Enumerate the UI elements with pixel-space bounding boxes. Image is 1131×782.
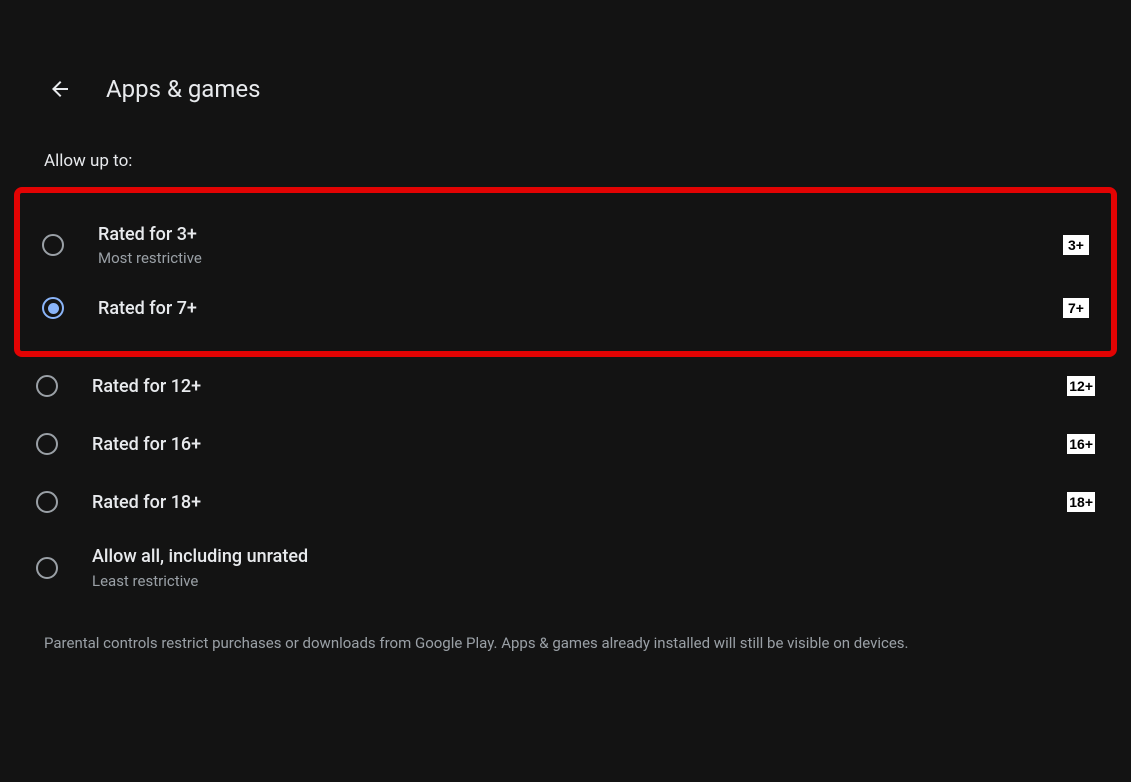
rating-badge: 18+ — [1067, 492, 1095, 512]
rating-option-row[interactable]: Rated for 16+16+ — [0, 415, 1131, 473]
section-subtitle: Allow up to: — [0, 103, 1131, 171]
rating-options-list: Rated for 3+Most restrictive3+Rated for … — [0, 187, 1131, 604]
option-text: Rated for 18+ — [92, 491, 1067, 514]
page-title: Apps & games — [106, 75, 261, 103]
rating-badge: 3+ — [1063, 235, 1089, 255]
radio-button[interactable] — [42, 234, 64, 256]
option-text: Rated for 16+ — [92, 433, 1067, 456]
radio-button[interactable] — [36, 433, 58, 455]
radio-button[interactable] — [36, 375, 58, 397]
rating-option-row[interactable]: Rated for 12+12+ — [0, 357, 1131, 415]
back-arrow-icon[interactable] — [48, 77, 72, 101]
option-label: Rated for 3+ — [98, 223, 1063, 246]
rating-badge: 12+ — [1067, 376, 1095, 396]
radio-button[interactable] — [36, 491, 58, 513]
rating-badge: 16+ — [1067, 434, 1095, 454]
highlight-annotation: Rated for 3+Most restrictive3+Rated for … — [14, 187, 1117, 357]
radio-button[interactable] — [36, 557, 58, 579]
rating-option-row[interactable]: Rated for 7+7+ — [20, 279, 1111, 337]
option-label: Rated for 16+ — [92, 433, 1067, 456]
rating-option-row[interactable]: Allow all, including unrated Least restri… — [0, 531, 1131, 603]
rating-badge: 7+ — [1063, 298, 1089, 318]
option-subtext: Least restrictive — [92, 572, 1095, 590]
rating-option-row[interactable]: Rated for 18+18+ — [0, 473, 1131, 531]
option-label: Rated for 7+ — [98, 297, 1063, 320]
option-text: Rated for 12+ — [92, 375, 1067, 398]
option-label: Rated for 18+ — [92, 491, 1067, 514]
option-text: Rated for 7+ — [98, 297, 1063, 320]
option-label: Rated for 12+ — [92, 375, 1067, 398]
option-label: Allow all, including unrated — [92, 545, 1095, 568]
option-text: Rated for 3+ Most restrictive — [98, 223, 1063, 267]
option-subtext: Most restrictive — [98, 249, 1063, 267]
footer-note: Parental controls restrict purchases or … — [0, 604, 1131, 655]
header: Apps & games — [0, 0, 1131, 103]
option-text: Allow all, including unrated Least restri… — [92, 545, 1095, 589]
radio-button[interactable] — [42, 297, 64, 319]
rating-option-row[interactable]: Rated for 3+ Most restrictive3+ — [20, 211, 1111, 279]
